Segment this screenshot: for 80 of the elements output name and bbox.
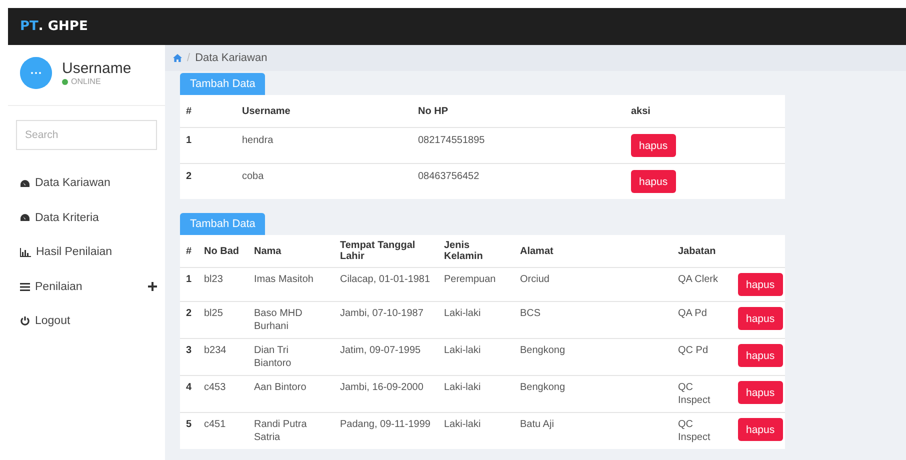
table-cell: bl23 <box>198 268 248 302</box>
table-cell: 08463756452 <box>412 164 625 199</box>
column-header: Jenis Kelamin <box>438 235 514 268</box>
table-cell: Jambi, 07-10-1987 <box>334 302 438 338</box>
nav-item[interactable]: Data Kriteria <box>8 200 165 235</box>
table-cell: Laki-laki <box>438 376 514 412</box>
table-cell: Cilacap, 01-01-1981 <box>334 268 438 302</box>
table-cell: 2 <box>180 302 198 338</box>
table-cell: Batu Aji <box>514 412 672 449</box>
table-cell: hendra <box>236 128 412 164</box>
breadcrumb-separator: / <box>187 52 190 64</box>
table-cell: 082174551895 <box>412 128 625 164</box>
column-header: Username <box>236 95 412 128</box>
table-cell: 5 <box>180 412 198 449</box>
table-cell: Aan Bintoro <box>248 376 334 412</box>
dashboard-icon <box>20 178 30 188</box>
table-cell: coba <box>236 164 412 199</box>
column-header: # <box>180 95 236 128</box>
delete-button[interactable]: hapus <box>738 273 783 296</box>
column-header: Alamat <box>514 235 672 268</box>
add-data-button[interactable]: Tambah Data <box>180 73 266 95</box>
table-cell: 4 <box>180 376 198 412</box>
nav-item[interactable]: Logout <box>8 304 165 338</box>
table-cell: Laki-laki <box>438 302 514 338</box>
column-header: No HP <box>412 95 625 128</box>
column-header: # <box>180 235 198 268</box>
search-field[interactable]: Search <box>16 120 157 150</box>
table-cell: BCS <box>514 302 672 338</box>
table-cell: QC Pd <box>672 338 732 376</box>
avatar-icon <box>20 57 52 89</box>
table-cell: bl25 <box>198 302 248 338</box>
bar-chart-icon <box>20 248 31 257</box>
nav-item[interactable]: Data Kariawan <box>8 166 165 200</box>
table-cell: Randi Putra Satria <box>248 412 334 449</box>
column-header: Nama <box>248 235 334 268</box>
table-cell: 2 <box>180 164 236 199</box>
add-data-button[interactable]: Tambah Data <box>180 213 266 235</box>
table-cell: QC Inspect <box>672 412 732 449</box>
power-icon <box>20 316 30 326</box>
column-header: No Bad <box>198 235 248 268</box>
table-cell: b234 <box>198 338 248 376</box>
delete-button[interactable]: hapus <box>738 418 783 441</box>
delete-button[interactable]: hapus <box>738 307 783 330</box>
delete-button[interactable]: hapus <box>631 134 676 157</box>
column-header: aksi <box>625 95 785 128</box>
table-cell: Laki-laki <box>438 412 514 449</box>
table-cell: 3 <box>180 338 198 376</box>
table-cell: Orciud <box>514 268 672 302</box>
delete-button[interactable]: hapus <box>738 381 783 404</box>
delete-button[interactable]: hapus <box>631 170 676 193</box>
menu-icon <box>20 282 30 291</box>
brand-prefix: PT <box>20 19 38 34</box>
table-cell: c453 <box>198 376 248 412</box>
table-cell: QA Pd <box>672 302 732 338</box>
table-cell: Jambi, 16-09-2000 <box>334 376 438 412</box>
table-cell: Bengkong <box>514 376 672 412</box>
column-header: Tempat Tanggal Lahir <box>334 235 438 268</box>
table-cell: Baso MHD Burhani <box>248 302 334 338</box>
table-cell: QA Clerk <box>672 268 732 302</box>
table-cell: 1 <box>180 268 198 302</box>
table-cell: QC Inspect <box>672 376 732 412</box>
dashboard-icon <box>20 213 30 222</box>
table-cell: Bengkong <box>514 338 672 376</box>
brand-name: . GHPE <box>38 19 88 34</box>
nav-item[interactable]: Hasil Penilaian <box>8 235 165 270</box>
table-cell: Dian Tri Biantoro <box>248 338 334 376</box>
table-cell: Imas Masitoh <box>248 268 334 302</box>
delete-button[interactable]: hapus <box>738 344 783 367</box>
home-icon[interactable] <box>173 54 182 62</box>
status-label: ONLINE <box>71 77 101 86</box>
table-cell: 1 <box>180 128 236 164</box>
user-name: Username <box>62 60 132 77</box>
nav-item[interactable]: Penilaian <box>8 270 165 304</box>
table-cell: Jatim, 09-07-1995 <box>334 338 438 376</box>
table-cell: Laki-laki <box>438 338 514 376</box>
column-header: Jabatan <box>672 235 732 268</box>
table-cell: Perempuan <box>438 268 514 302</box>
table-cell: c451 <box>198 412 248 449</box>
breadcrumb-current: Data Kariawan <box>195 52 268 64</box>
table-cell: Padang, 09-11-1999 <box>334 412 438 449</box>
